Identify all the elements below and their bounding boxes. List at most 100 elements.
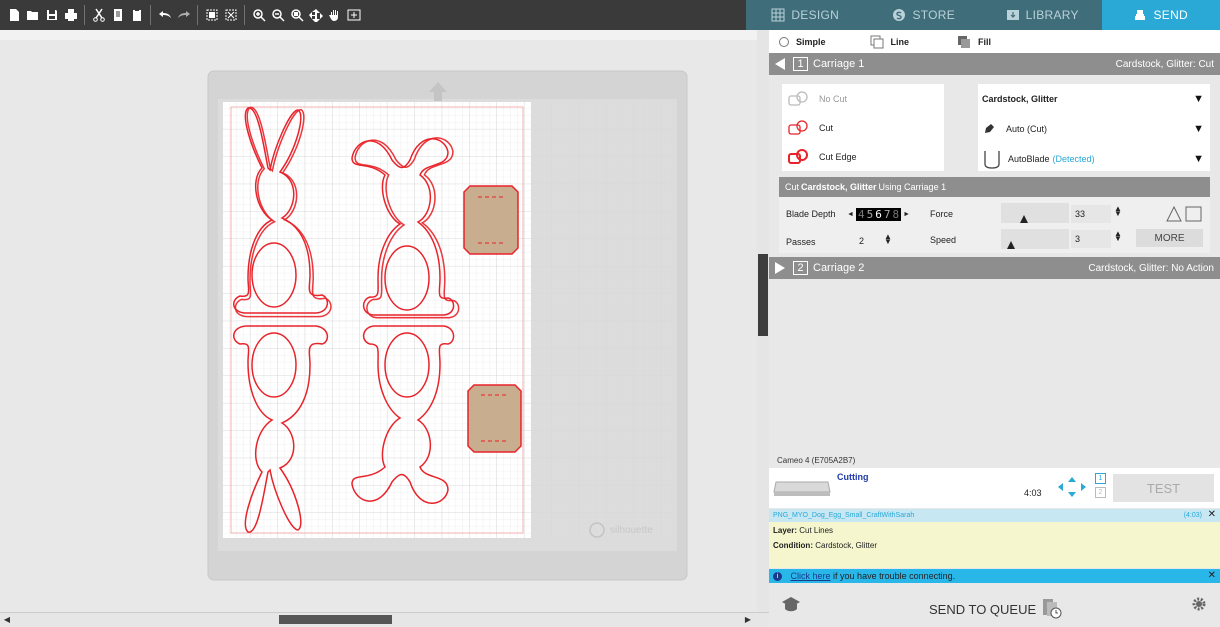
test-button[interactable]: TEST <box>1113 474 1214 502</box>
send-to-queue-button[interactable]: SEND TO QUEUE <box>929 598 1064 620</box>
undo-icon[interactable] <box>155 4 174 26</box>
fit-mat-icon[interactable] <box>344 4 363 26</box>
mode-fill-label: Fill <box>978 36 992 47</box>
passes-stepper-icon[interactable]: ▲ ▼ <box>884 233 892 246</box>
job-filename: PNG_MYO_Dog_Egg_Small_CraftWithSarah <box>773 512 915 519</box>
speed-slider-knob[interactable] <box>1007 241 1015 249</box>
blade-select[interactable]: AutoBlade (Detected) ▼ <box>978 144 1210 174</box>
gear-icon[interactable] <box>1190 595 1208 613</box>
scrollbar-thumb[interactable] <box>758 254 768 336</box>
no-cut-option[interactable]: No Cut <box>782 84 944 113</box>
carriage-1-header[interactable]: 1 Carriage 1 Cardstock, Glitter: Cut <box>769 53 1220 75</box>
design-grid-icon <box>771 8 785 22</box>
connection-help-link[interactable]: Click here <box>791 571 831 581</box>
radio-icon[interactable] <box>779 36 789 47</box>
tab-store[interactable]: STORE <box>865 0 984 30</box>
cut-edge-option[interactable]: Cut Edge <box>782 142 944 171</box>
zoom-out-icon[interactable] <box>268 4 287 26</box>
blade-status: (Detected) <box>1052 154 1095 164</box>
chevron-down-icon[interactable]: ▼ <box>1193 93 1204 105</box>
select-all-icon[interactable] <box>202 4 221 26</box>
tab-library[interactable]: LIBRARY <box>983 0 1102 30</box>
scroll-left-icon[interactable]: ◀ <box>2 615 12 625</box>
job-time: (4:03) <box>1183 512 1202 519</box>
library-icon <box>1006 10 1019 20</box>
page-1-indicator[interactable]: 1 <box>1095 473 1106 484</box>
canvas-horizontal-scrollbar[interactable]: ◀ ▶ <box>0 612 769 627</box>
passes-value-field[interactable]: 2 <box>855 232 879 250</box>
print-icon[interactable] <box>61 4 80 26</box>
speed-label: Speed <box>930 235 957 245</box>
deselect-icon[interactable] <box>221 4 240 26</box>
more-button[interactable]: MORE <box>1136 229 1203 247</box>
carriage-label: Carriage 1 <box>813 58 865 70</box>
scrollbar-thumb[interactable] <box>279 615 392 624</box>
force-label: Force <box>930 209 954 219</box>
chevron-down-icon[interactable]: ▼ <box>1193 123 1204 135</box>
speed-stepper-icon[interactable]: ▲ ▼ <box>1114 230 1122 243</box>
layer-value: Cut Lines <box>799 526 834 535</box>
speed-slider[interactable] <box>1001 229 1069 249</box>
mode-simple[interactable]: Simple <box>769 36 836 47</box>
tool-mode-select[interactable]: Auto (Cut) ▼ <box>978 114 1210 144</box>
tab-design-label: DESIGN <box>791 8 840 22</box>
chevron-down-icon[interactable]: ▼ <box>1193 153 1204 165</box>
zoom-in-icon[interactable] <box>249 4 268 26</box>
redo-icon[interactable] <box>174 4 193 26</box>
paste-icon[interactable] <box>127 4 146 26</box>
pan-hand-icon[interactable] <box>325 4 344 26</box>
close-icon[interactable]: ✕ <box>1208 508 1216 521</box>
cut-header-prefix: Cut <box>785 182 800 192</box>
force-slider-knob[interactable] <box>1020 215 1028 223</box>
mat-watermark: silhouette <box>610 525 653 536</box>
tab-piece-1[interactable] <box>463 185 519 255</box>
send-panel: Simple Line Fill 1 Carriage 1 Cardstock,… <box>769 30 1220 627</box>
test-cut-shapes-icon[interactable] <box>1166 205 1204 223</box>
no-cut-icon <box>788 90 808 106</box>
save-icon[interactable] <box>42 4 61 26</box>
force-stepper-icon[interactable]: ▲ ▼ <box>1114 205 1122 218</box>
decrease-arrow-icon[interactable]: ◄ <box>847 211 854 218</box>
canvas-vertical-scrollbar[interactable] <box>757 30 769 612</box>
machine-status-panel: Cutting 4:03 1 2 TEST <box>769 468 1220 508</box>
tab-send-label: SEND <box>1153 8 1189 22</box>
scroll-right-icon[interactable]: ▶ <box>743 615 753 625</box>
tab-send[interactable]: SEND <box>1101 0 1220 30</box>
open-folder-icon[interactable] <box>23 4 42 26</box>
new-doc-icon[interactable] <box>4 4 23 26</box>
cut-icon[interactable] <box>89 4 108 26</box>
mode-line[interactable]: Line <box>860 35 920 49</box>
tab-piece-2[interactable] <box>467 384 522 453</box>
cut-label: Cut <box>819 122 834 133</box>
carriage-summary: Cardstock, Glitter: Cut <box>1115 58 1214 70</box>
no-cut-label: No Cut <box>819 93 848 104</box>
graduation-cap-icon[interactable] <box>781 595 801 613</box>
expand-arrow-icon[interactable] <box>775 262 785 274</box>
speed-value-field[interactable]: 3 <box>1071 230 1111 248</box>
mode-fill[interactable]: Fill <box>947 35 1001 49</box>
collapse-arrow-icon[interactable] <box>775 58 785 70</box>
copy-icon[interactable] <box>108 4 127 26</box>
material-select[interactable]: Cardstock, Glitter ▼ <box>978 84 1210 114</box>
blade-depth-digit-selected: 6 <box>875 207 882 221</box>
silhouette-studio-window: DESIGN STORE LIBRARY SEND silhouette ◀ ▶… <box>0 0 1220 627</box>
autoblade-icon <box>984 151 1000 169</box>
force-slider[interactable] <box>1001 203 1069 223</box>
design-canvas[interactable]: silhouette <box>0 30 757 612</box>
fit-page-icon[interactable] <box>306 4 325 26</box>
tab-design[interactable]: DESIGN <box>746 0 865 30</box>
close-icon[interactable]: ✕ <box>1208 569 1216 583</box>
store-s-icon <box>893 9 906 21</box>
toolbar-divider <box>150 5 151 25</box>
carriage-2-header[interactable]: 2 Carriage 2 Cardstock, Glitter: No Acti… <box>769 257 1220 279</box>
cut-icon <box>788 119 808 135</box>
force-value-field[interactable]: 33 <box>1071 205 1111 223</box>
page-2-indicator[interactable]: 2 <box>1095 487 1106 498</box>
send-icon <box>1135 10 1146 20</box>
move-arrows-icon[interactable] <box>1057 476 1087 498</box>
blade-depth-digit: 4 <box>857 207 865 221</box>
cut-option[interactable]: Cut <box>782 113 944 142</box>
increase-arrow-icon[interactable]: ► <box>903 211 910 218</box>
zoom-select-icon[interactable] <box>287 4 306 26</box>
blade-depth-selector[interactable]: ◄ 4 5 6 7 8 ► <box>847 206 910 222</box>
